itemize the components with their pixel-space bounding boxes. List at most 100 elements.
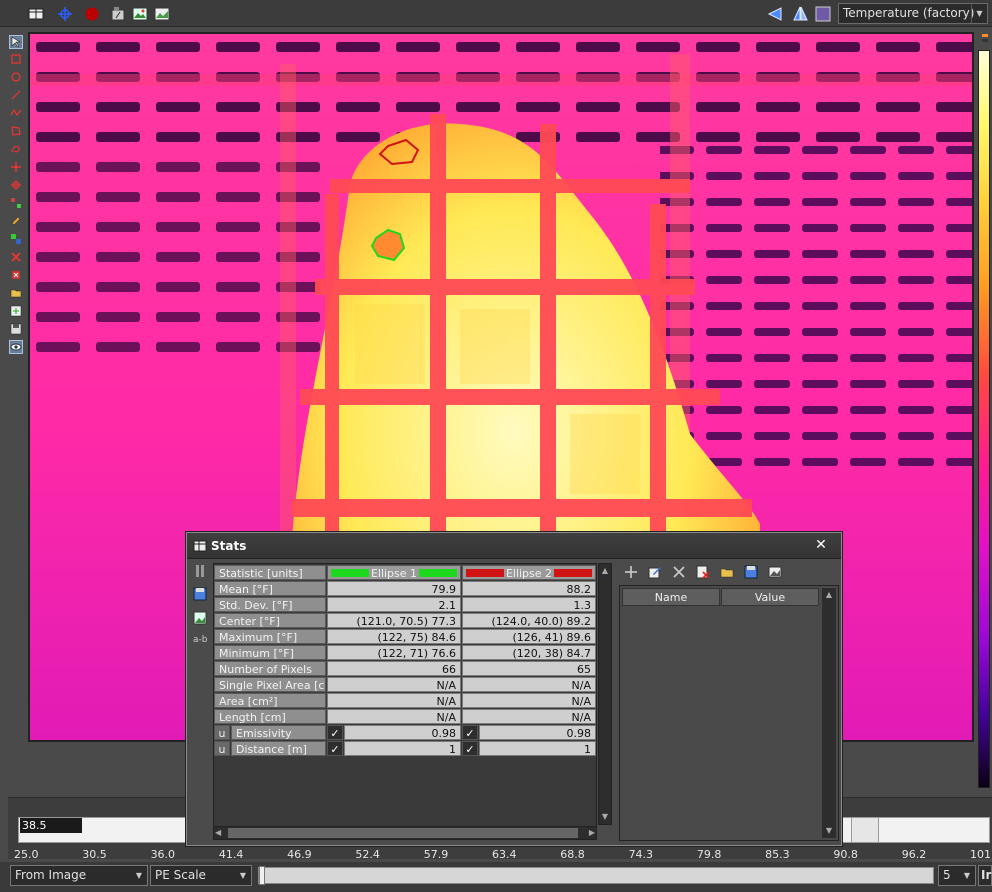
name-value-table: Name Value ▲ ▼ bbox=[619, 585, 839, 841]
param-ellipse-1-value[interactable]: 0.98 bbox=[344, 725, 461, 740]
image-property-button[interactable] bbox=[767, 564, 783, 580]
range-tick-label: 90.8 bbox=[833, 848, 858, 861]
frame-slider[interactable] bbox=[258, 866, 934, 885]
stat-ellipse-1-value: N/A bbox=[327, 709, 461, 724]
param-ellipse-1-value[interactable]: 1 bbox=[344, 741, 461, 756]
image-export-button[interactable] bbox=[152, 4, 172, 23]
scroll-thumb[interactable] bbox=[228, 828, 578, 838]
stats-title-bar[interactable]: Stats ✕ bbox=[187, 533, 841, 559]
param-flag[interactable]: u bbox=[214, 741, 230, 756]
scroll-left-icon[interactable]: ◀ bbox=[215, 827, 221, 839]
eye-icon bbox=[10, 343, 22, 351]
color-roi-icon bbox=[11, 234, 21, 244]
range-min-value[interactable]: 38.5 bbox=[20, 818, 82, 833]
name-column-header[interactable]: Name bbox=[622, 588, 720, 606]
camera-settings-icon bbox=[111, 6, 125, 20]
polyline-tool[interactable] bbox=[9, 106, 23, 120]
frame-slider-thumb[interactable] bbox=[259, 866, 265, 885]
stat-ellipse-2-value: (124.0, 40.0) 89.2 bbox=[462, 613, 596, 628]
param-checkbox[interactable]: ✓ bbox=[327, 725, 343, 740]
freehand-tool[interactable] bbox=[9, 142, 23, 156]
stat-ellipse-1-value: 79.9 bbox=[327, 581, 461, 596]
image-compare-button[interactable] bbox=[130, 4, 150, 23]
scroll-up-icon[interactable]: ▲ bbox=[823, 589, 835, 601]
source-select-value: From Image bbox=[15, 868, 87, 882]
save-roi-button[interactable] bbox=[9, 322, 23, 336]
record-button[interactable] bbox=[82, 4, 102, 23]
save-stats-button[interactable] bbox=[193, 587, 207, 601]
range-tick-label: 57.9 bbox=[423, 848, 449, 861]
stats-vertical-scrollbar[interactable]: ▲ ▼ bbox=[598, 563, 612, 825]
scroll-right-icon[interactable]: ▶ bbox=[589, 827, 595, 839]
delete-roi-tool[interactable] bbox=[9, 250, 23, 264]
plus-icon bbox=[625, 566, 637, 578]
open-roi-button[interactable] bbox=[9, 286, 23, 300]
statistic-header[interactable]: Statistic [units] bbox=[214, 565, 326, 580]
line-tool[interactable] bbox=[9, 88, 23, 102]
color-roi-tool[interactable] bbox=[9, 232, 23, 246]
palette-swatch-button[interactable] bbox=[813, 4, 833, 23]
ellipse-1-header[interactable]: Ellipse 1 bbox=[327, 565, 461, 580]
close-button[interactable]: ✕ bbox=[813, 537, 829, 553]
delete-property-button[interactable] bbox=[695, 564, 711, 580]
camera-settings-button[interactable] bbox=[108, 4, 128, 23]
select-tool[interactable] bbox=[9, 35, 23, 49]
flip-horizontal-icon bbox=[767, 6, 782, 21]
value-column-header[interactable]: Value bbox=[721, 588, 819, 606]
roi-toolbar bbox=[6, 32, 26, 792]
range-handle-right[interactable] bbox=[851, 818, 879, 842]
param-checkbox[interactable]: ✓ bbox=[327, 741, 343, 756]
image-compare-icon bbox=[132, 7, 148, 20]
range-tick-label: 79.8 bbox=[696, 848, 722, 861]
clear-all-tool[interactable] bbox=[9, 268, 23, 282]
ellipse-icon bbox=[11, 72, 21, 82]
rectangle-tool[interactable] bbox=[9, 52, 23, 66]
palette-select[interactable]: Temperature (factory) ▼ bbox=[838, 3, 988, 24]
delete-icon bbox=[696, 565, 710, 579]
flip-vertical-button[interactable] bbox=[790, 4, 810, 23]
table-view-button[interactable] bbox=[26, 4, 46, 23]
spot-tool[interactable] bbox=[9, 160, 23, 174]
scroll-down-icon[interactable]: ▼ bbox=[823, 825, 835, 837]
cut-off-button[interactable]: Ir bbox=[978, 865, 992, 886]
save-property-button[interactable] bbox=[743, 564, 759, 580]
stats-horizontal-scrollbar[interactable]: ◀ ▶ bbox=[213, 826, 597, 840]
folder-open-icon bbox=[10, 289, 22, 298]
stat-row-label: Maximum [°F] bbox=[214, 629, 326, 644]
open-property-button[interactable] bbox=[719, 564, 735, 580]
visibility-toggle[interactable] bbox=[9, 340, 23, 354]
table-icon bbox=[193, 540, 207, 552]
param-checkbox[interactable]: ✓ bbox=[462, 741, 478, 756]
param-flag[interactable]: u bbox=[214, 725, 230, 740]
source-select[interactable]: From Image ▼ bbox=[10, 865, 148, 886]
stat-ellipse-1-value: N/A bbox=[327, 693, 461, 708]
pause-button[interactable] bbox=[195, 565, 205, 577]
tools-button[interactable] bbox=[671, 564, 687, 580]
range-tick-label: 63.4 bbox=[492, 848, 517, 861]
polygon-tool[interactable] bbox=[9, 124, 23, 138]
param-ellipse-2-value[interactable]: 1 bbox=[479, 741, 596, 756]
stat-ellipse-1-value: (122, 75) 84.6 bbox=[327, 629, 461, 644]
save-plus-icon bbox=[10, 305, 22, 317]
count-select[interactable]: 5 ▼ bbox=[938, 865, 976, 886]
measure-tool[interactable] bbox=[9, 196, 23, 210]
chevron-down-icon: ▼ bbox=[971, 4, 987, 23]
save-roi-plus-button[interactable] bbox=[9, 304, 23, 318]
image-stats-button[interactable] bbox=[193, 611, 207, 625]
param-ellipse-2-value[interactable]: 0.98 bbox=[479, 725, 596, 740]
param-checkbox[interactable]: ✓ bbox=[462, 725, 478, 740]
flip-horizontal-button[interactable] bbox=[765, 4, 785, 23]
difference-button[interactable]: a-b bbox=[193, 635, 207, 645]
add-property-button[interactable] bbox=[623, 564, 639, 580]
edit-property-button[interactable] bbox=[647, 564, 663, 580]
multi-spot-tool[interactable] bbox=[9, 178, 23, 192]
edit-roi-tool[interactable] bbox=[9, 214, 23, 228]
ellipse-tool[interactable] bbox=[9, 70, 23, 84]
scale-select[interactable]: PE Scale ▼ bbox=[150, 865, 252, 886]
crosshair-button[interactable] bbox=[55, 4, 75, 23]
ellipse-2-header[interactable]: Ellipse 2 bbox=[462, 565, 596, 580]
scroll-up-icon[interactable]: ▲ bbox=[599, 565, 611, 577]
name-value-scrollbar[interactable]: ▲ ▼ bbox=[822, 588, 836, 838]
scroll-down-icon[interactable]: ▼ bbox=[599, 811, 611, 823]
clear-all-icon bbox=[12, 271, 20, 279]
